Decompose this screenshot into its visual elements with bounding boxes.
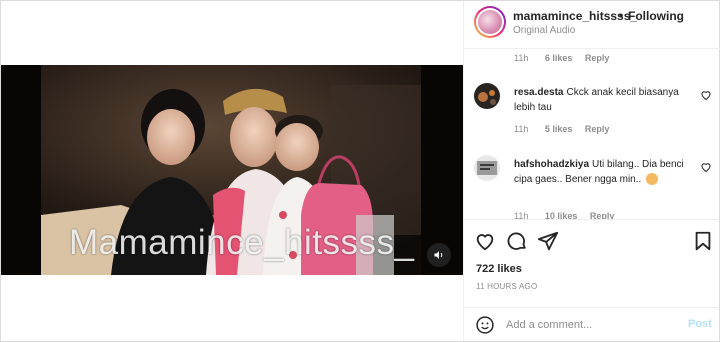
post-button[interactable]: Post <box>688 318 712 330</box>
reply-button[interactable]: Reply <box>585 124 610 134</box>
heart-icon[interactable] <box>700 161 712 173</box>
heart-icon[interactable] <box>700 89 712 101</box>
heart-icon[interactable] <box>474 230 496 252</box>
comment-username[interactable]: resa.desta <box>514 87 563 98</box>
facepalm-emoji-icon <box>646 173 659 186</box>
comment-text: resa.desta Ckck anak kecil biasanya lebih… <box>514 85 699 115</box>
comment-likes[interactable]: 6 likes <box>545 53 573 63</box>
speaker-muted-icon <box>434 251 443 259</box>
likes-count[interactable]: 722 likes <box>476 263 522 275</box>
media-panel: Mamamince_hitssss_ <box>1 1 463 341</box>
comment-likes[interactable]: 5 likes <box>545 124 573 134</box>
audio-label[interactable]: Original Audio <box>513 25 575 36</box>
comment-input[interactable] <box>506 317 676 333</box>
list-item: hafshohadzkiya Uti bilang.. Dia benci cip… <box>474 155 714 219</box>
avatar[interactable] <box>474 155 500 181</box>
add-comment-bar: Post <box>464 307 720 341</box>
comments-list: 11h 6 likes Reply resa.desta Ckck anak ke… <box>464 49 720 219</box>
reply-button[interactable]: Reply <box>585 53 610 63</box>
comment-username[interactable]: hafshohadzkiya <box>514 159 589 170</box>
comment-meta: 11h 6 likes Reply <box>514 53 609 63</box>
reply-button[interactable]: Reply <box>590 211 615 219</box>
comment-likes[interactable]: 10 likes <box>545 211 578 219</box>
action-bar: 722 likes 11 HOURS AGO <box>464 219 720 301</box>
list-item: resa.desta Ckck anak kecil biasanya lebih… <box>474 83 714 143</box>
emoji-icon[interactable] <box>475 315 495 335</box>
post-header: mamamince_hitssss_ • Following Original … <box>464 1 720 49</box>
video-watermark: Mamamince_hitssss_ <box>69 223 415 262</box>
comment-text: hafshohadzkiya Uti bilang.. Dia benci cip… <box>514 157 699 187</box>
comment-time: 11h <box>514 124 529 134</box>
bookmark-icon[interactable] <box>692 230 714 252</box>
comment-icon[interactable] <box>506 230 528 252</box>
post-sidebar: mamamince_hitssss_ • Following Original … <box>463 1 720 341</box>
comment-time: 11h <box>514 211 529 219</box>
profile-avatar[interactable] <box>474 6 506 38</box>
send-icon[interactable] <box>537 230 559 252</box>
mute-button[interactable] <box>427 243 451 267</box>
video-player[interactable]: Mamamince_hitssss_ <box>1 65 463 275</box>
comment-meta: 11h 10 likes Reply <box>514 211 614 219</box>
header-separator: • <box>619 9 624 23</box>
comment-meta: 11h 5 likes Reply <box>514 124 609 134</box>
post-timestamp[interactable]: 11 HOURS AGO <box>476 282 537 291</box>
following-button[interactable]: Following <box>628 9 684 23</box>
comment-time: 11h <box>514 53 529 63</box>
avatar[interactable] <box>474 83 500 109</box>
